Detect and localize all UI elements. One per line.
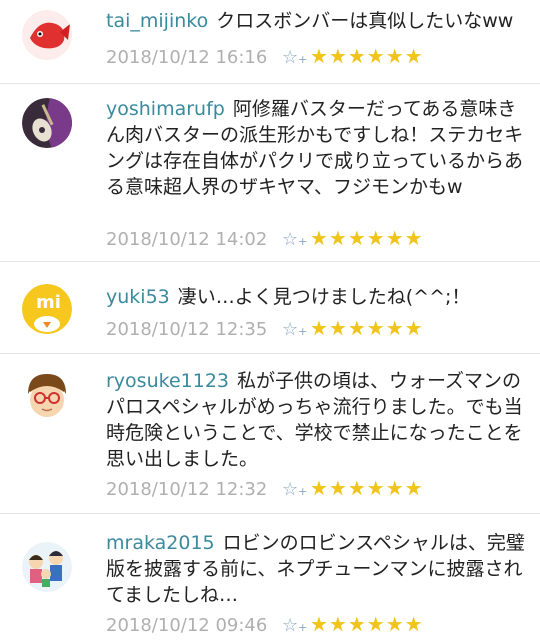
comment-timestamp: 2018/10/12 16:16 (106, 47, 268, 68)
family-avatar-icon[interactable] (22, 542, 72, 592)
add-star-icon[interactable]: ☆+ (282, 476, 310, 506)
add-star-icon[interactable]: ☆+ (282, 44, 310, 74)
comment-body: mraka2015 ロビンのロビンスペシャルは、完璧版を披露する前に、ネプチューン… (106, 530, 526, 608)
comment-username[interactable]: tai_mijinko (106, 10, 208, 32)
comment-body: yoshimarufp 阿修羅バスターだってある意味きん肉バスターの派生形かもです… (106, 96, 526, 200)
add-star-icon[interactable]: ☆+ (282, 226, 310, 256)
red-fish-avatar-icon[interactable] (22, 10, 72, 60)
comment-username[interactable]: mraka2015 (106, 532, 215, 554)
add-star-icon[interactable]: ☆+ (282, 316, 310, 346)
comment-meta: 2018/10/12 09:46 ☆+ ★★★★★★ (106, 610, 424, 638)
star-rating: ★★★★★★ (310, 476, 424, 500)
comment-body: ryosuke1123 私が子供の頃は、ウォーズマンのパロスペシャルがめっちゃ流行… (106, 368, 526, 472)
comment-body: yuki53 凄い…よく見つけましたね(^^;！ (106, 284, 526, 310)
guitar-photo-avatar-icon[interactable] (22, 98, 72, 148)
svg-text:mi: mi (36, 292, 61, 313)
comment-item: mi yuki53 凄い…よく見つけましたね(^^;！ 2018/10/12 12… (0, 262, 540, 354)
comment-item: tai_mijinko クロスボンバーは真似したいなww 2018/10/12 1… (0, 0, 540, 84)
comment-username[interactable]: yuki53 (106, 286, 170, 308)
comment-list: tai_mijinko クロスボンバーは真似したいなww 2018/10/12 1… (0, 0, 540, 640)
comment-text: 凄い…よく見つけましたね(^^;！ (177, 286, 471, 308)
comment-timestamp: 2018/10/12 12:35 (106, 319, 268, 340)
comment-body: tai_mijinko クロスボンバーは真似したいなww (106, 8, 526, 34)
comment-meta: 2018/10/12 12:32 ☆+ ★★★★★★ (106, 474, 424, 502)
star-rating: ★★★★★★ (310, 612, 424, 636)
star-rating: ★★★★★★ (310, 316, 424, 340)
comment-meta: 2018/10/12 14:02 ☆+ ★★★★★★ (106, 224, 424, 252)
boy-glasses-avatar-icon[interactable] (22, 370, 72, 420)
comment-item: mraka2015 ロビンのロビンスペシャルは、完璧版を披露する前に、ネプチューン… (0, 514, 540, 640)
star-rating: ★★★★★★ (310, 226, 424, 250)
comment-meta: 2018/10/12 12:35 ☆+ ★★★★★★ (106, 314, 424, 342)
comment-item: ryosuke1123 私が子供の頃は、ウォーズマンのパロスペシャルがめっちゃ流行… (0, 354, 540, 514)
comment-username[interactable]: yoshimarufp (106, 98, 225, 120)
comment-timestamp: 2018/10/12 14:02 (106, 229, 268, 250)
mi-chick-avatar-icon[interactable]: mi (22, 284, 72, 334)
add-star-icon[interactable]: ☆+ (282, 612, 310, 642)
comment-username[interactable]: ryosuke1123 (106, 370, 229, 392)
comment-meta: 2018/10/12 16:16 ☆+ ★★★★★★ (106, 42, 424, 70)
comment-timestamp: 2018/10/12 12:32 (106, 479, 268, 500)
comment-text: クロスボンバーは真似したいなww (216, 10, 514, 32)
comment-item: yoshimarufp 阿修羅バスターだってある意味きん肉バスターの派生形かもです… (0, 84, 540, 262)
star-rating: ★★★★★★ (310, 44, 424, 68)
comment-timestamp: 2018/10/12 09:46 (106, 615, 268, 636)
